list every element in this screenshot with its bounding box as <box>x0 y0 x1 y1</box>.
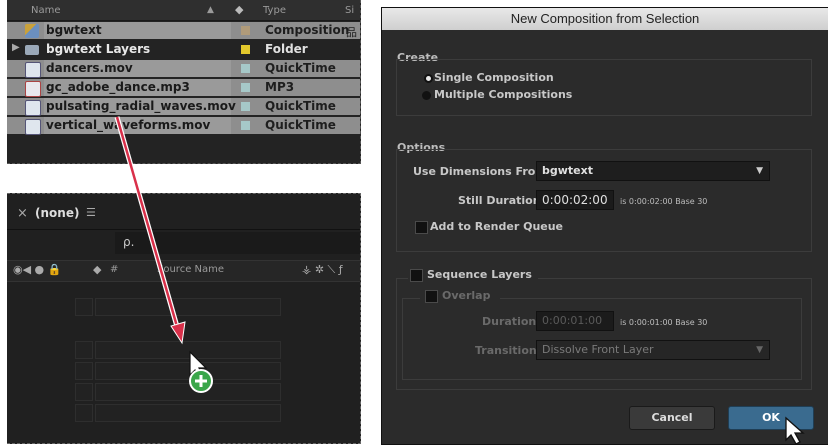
add-plus-icon <box>189 369 213 393</box>
drag-arrow <box>114 116 186 345</box>
duration-field[interactable]: 0:00:01:00 <box>536 311 614 331</box>
overlap-label[interactable]: Overlap <box>442 289 490 302</box>
duration-note: is 0:00:01:00 Base 30 <box>620 318 708 327</box>
single-composition-label[interactable]: Single Composition <box>434 71 554 84</box>
multiple-compositions-radio[interactable] <box>422 91 431 100</box>
dialog-title: New Composition from Selection <box>382 8 828 30</box>
add-to-render-queue-checkbox[interactable] <box>415 221 428 234</box>
sequence-layers-label[interactable]: Sequence Layers <box>427 268 532 281</box>
still-duration-field[interactable]: 0:00:02:00 <box>536 190 614 210</box>
transition-value: Dissolve Front Layer <box>542 343 654 356</box>
transition-dropdown[interactable]: Dissolve Front Layer ▼ <box>536 340 770 360</box>
duration-label: Duration: <box>482 315 541 328</box>
chevron-down-icon: ▼ <box>756 345 763 355</box>
add-to-render-queue-label[interactable]: Add to Render Queue <box>430 220 563 233</box>
chevron-down-icon: ▼ <box>756 166 763 176</box>
use-dimensions-dropdown[interactable]: bgwtext ▼ <box>536 161 770 181</box>
overlap-checkbox[interactable] <box>425 290 438 303</box>
use-dimensions-value: bgwtext <box>542 164 593 177</box>
transition-label: Transition: <box>475 344 542 357</box>
still-duration-note: is 0:00:02:00 Base 30 <box>620 197 708 206</box>
drag-arrow-overlay <box>114 116 213 393</box>
new-composition-dialog: New Composition from Selection Create Si… <box>381 7 828 445</box>
use-dimensions-label: Use Dimensions From: <box>413 165 552 178</box>
sequence-layers-checkbox[interactable] <box>410 269 423 282</box>
single-composition-radio[interactable] <box>424 74 433 83</box>
multiple-compositions-label[interactable]: Multiple Compositions <box>434 88 572 101</box>
still-duration-label: Still Duration: <box>458 194 545 207</box>
cancel-button[interactable]: Cancel <box>629 406 715 430</box>
mouse-pointer-icon <box>785 416 805 445</box>
